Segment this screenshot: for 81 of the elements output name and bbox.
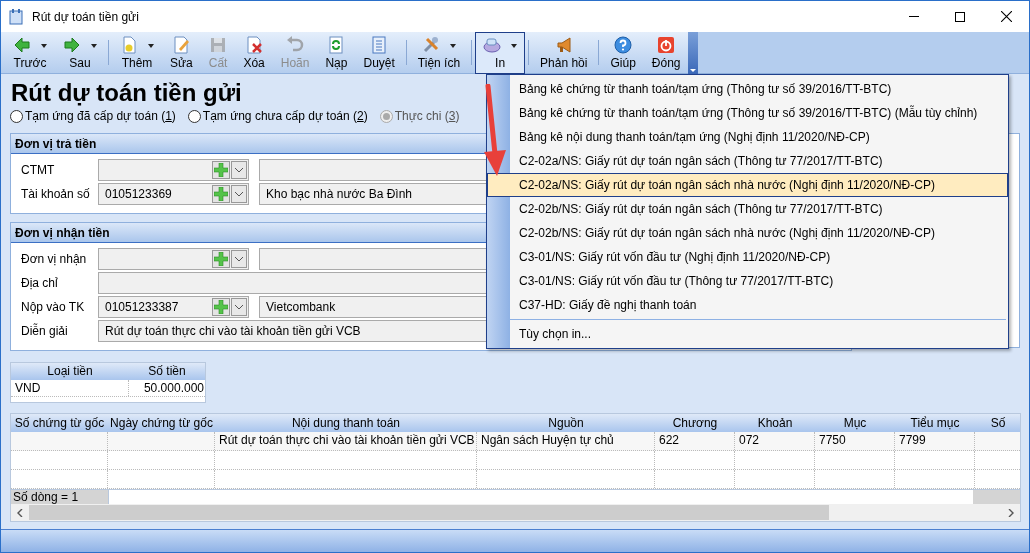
toolbar-button[interactable]: Tiện ích (409, 32, 469, 74)
radio-option[interactable]: Tạm ứng đã cấp dự toán (1) (10, 107, 176, 125)
chevron-icon (235, 167, 243, 173)
toolbar-button[interactable]: Phản hồi (532, 32, 596, 74)
overflow-button[interactable] (688, 32, 698, 74)
toolbar-button[interactable]: Thêm (112, 32, 162, 74)
page-heading: Rút dự toán tiền gửi (11, 80, 242, 106)
toolbar-button[interactable]: Đóng (643, 32, 689, 74)
toolbar-button[interactable]: Trước (5, 32, 55, 74)
toolbar-button[interactable]: Sau (55, 32, 105, 74)
radio-option[interactable]: Tạm ứng chưa cấp dự toán (2) (187, 107, 368, 125)
column-header: Mục (842, 415, 868, 432)
menu-item[interactable]: C3-01/NS: Giấy rút vốn đầu tư (Thông tư 77/2017/TT-BTC) (510, 269, 1008, 293)
table-cell: Rút dự toán thực chi vào tài khoản tiền gửi VCB (215, 432, 477, 450)
dropdown-button[interactable] (231, 250, 247, 268)
edit-icon (172, 36, 191, 54)
column-header: Số (989, 415, 1007, 432)
column-header: Ngày chứng từ gốc (109, 415, 214, 432)
column-header: Khoản (756, 415, 794, 432)
help-icon (614, 36, 633, 54)
menu-item[interactable]: C3-01/NS: Giấy rút vốn đầu tư (Nghị định 11/2020/NĐ-CP) (510, 245, 1008, 269)
menu-item[interactable]: Bảng kê chứng từ thanh toán/tạm ứng (Thông tư số 39/2016/TT-BTC) (510, 77, 1008, 101)
caret-icon (690, 69, 696, 72)
column-header: Chương (671, 415, 719, 432)
dropdown-button[interactable] (231, 161, 247, 179)
save-icon (209, 36, 228, 54)
toolbar-button[interactable]: Giúp (602, 32, 644, 74)
combo-box[interactable]: 01051233387 (98, 296, 249, 318)
column-header: Loại tiền (46, 363, 94, 380)
field-label: Nộp vào TK (20, 299, 86, 316)
undo-icon (286, 36, 305, 54)
table-cell: 7750 (815, 432, 895, 450)
table-cell: 7799 (895, 432, 975, 450)
menu-item[interactable]: C37-HD: Giấy đề nghị thanh toán (510, 293, 1008, 317)
printer-icon (483, 36, 502, 54)
table-cell-text: 50.000.000 (142, 380, 205, 396)
refresh-icon (327, 36, 346, 54)
new-document-icon (120, 36, 138, 54)
chevron-icon (235, 304, 243, 310)
table-cell: VND (11, 380, 129, 396)
scroll-right-icon[interactable] (1008, 508, 1014, 517)
field-label: Diễn giải (20, 322, 69, 340)
menu-item[interactable]: C2-02a/NS: Giấy rút dự toán ngân sách nhà nước (Nghị định 11/2020/NĐ-CP) (487, 173, 1008, 197)
field-label: Địa chỉ (20, 275, 59, 292)
horizontal-scrollbar[interactable] (11, 504, 1020, 521)
dropdown-button[interactable] (231, 298, 247, 316)
toolbar-button[interactable]: In (475, 32, 526, 74)
column-header: Số tiền (147, 363, 187, 380)
scroll-left-icon[interactable] (17, 508, 23, 517)
menu-item[interactable]: C2-02b/NS: Giấy rút dự toán ngân sách (Thông tư 77/2017/TT-BTC) (510, 197, 1008, 221)
toolbar-button[interactable]: Nạp (317, 32, 356, 74)
table-cell: Ngân sách Huyện tự chủ (477, 432, 655, 450)
column-header: Nguồn (547, 415, 585, 432)
table-cell: 622 (655, 432, 735, 450)
tools-icon (421, 36, 440, 54)
app-icon (9, 8, 23, 25)
chevron-icon (235, 256, 243, 262)
chevron-icon (235, 191, 243, 197)
toolbar-button[interactable]: Sửa (162, 32, 201, 74)
right-arrow-icon (63, 36, 81, 54)
left-arrow-icon (13, 36, 31, 54)
field-label: Tài khoản số (20, 186, 91, 203)
field-label: CTMT (20, 162, 56, 179)
toolbar-button[interactable]: Xóa (235, 32, 273, 74)
summary-corner (973, 490, 1020, 504)
field-label: Đơn vị nhận (20, 251, 88, 268)
toolbar-button[interactable]: Duyệt (355, 32, 403, 74)
row-count: Số dòng = 1 (11, 490, 108, 504)
window-title: Rút dự toán tiền gửi (32, 8, 139, 26)
delete-icon (245, 36, 264, 54)
megaphone-icon (554, 36, 573, 54)
column-header: Số chứng từ gốc (13, 415, 106, 432)
power-icon (657, 36, 676, 54)
table-cell: 072 (735, 432, 815, 450)
column-header: Tiểu mục (909, 415, 961, 432)
combo-box[interactable]: 0105123369 (98, 183, 249, 205)
column-header: Nội dung thanh toán (290, 415, 402, 432)
scrollbar-thumb[interactable] (29, 505, 829, 520)
dropdown-button[interactable] (231, 185, 247, 203)
menu-item[interactable]: Bảng kê chứng từ thanh toán/tạm ứng (Thông tư số 39/2016/TT-BTC) (Mẫu tùy chỉnh) (510, 101, 1008, 125)
document-list-icon (370, 36, 389, 54)
